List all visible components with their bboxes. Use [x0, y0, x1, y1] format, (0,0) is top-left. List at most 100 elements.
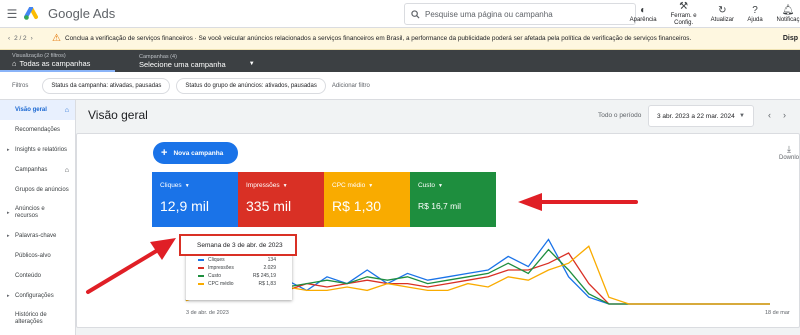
sidebar-item-change-history[interactable]: Histórico de alterações [0, 306, 75, 332]
sidebar-item-content[interactable]: Conteúdo [0, 266, 75, 286]
sidebar-item-settings[interactable]: ▸ Configurações [0, 286, 75, 306]
tools-icon: ⚒ [679, 1, 689, 12]
sidebar-item-label: Grupos de anúncios [15, 187, 69, 193]
add-filter-button[interactable]: Adicionar filtro [332, 83, 370, 89]
filter-chip-campaign-status[interactable]: Status da campanha: ativadas, pausadas [42, 77, 171, 94]
chevron-down-icon: ▼ [248, 60, 255, 67]
sidebar-item-label: Públicos-alvo [15, 253, 51, 259]
home-icon: ⌂ [12, 58, 17, 68]
metric-tile-avg-cpc[interactable]: CPC médio ▼ R$ 1,30 [324, 172, 410, 227]
tooltip-row: Cliques 134 [198, 257, 276, 263]
filter-bar: Filtros Status da campanha: ativadas, pa… [0, 72, 800, 100]
campaign-selector[interactable]: Campanhas (4) Selecione uma campanha ▼ [127, 54, 255, 69]
appearance-label: Aparência [629, 16, 657, 23]
tooltip-row-value: R$ 245,19 [252, 273, 276, 279]
chevron-down-icon: ▼ [184, 182, 190, 189]
google-ads-logo-icon [24, 6, 38, 20]
metric-value: R$ 16,7 mil [418, 201, 461, 211]
metric-value: 12,9 mil [160, 198, 210, 214]
notice-pager: ‹ 2 / 2 › [0, 35, 52, 42]
download-label: Downlo [778, 155, 799, 161]
help-label: Ajuda [747, 16, 763, 23]
tooltip-row-name: Custo [208, 273, 222, 279]
refresh-button[interactable]: ↻ Atualizar [705, 0, 740, 28]
legend-swatch [198, 283, 204, 285]
sidebar-item-label: Histórico de alterações [15, 312, 47, 325]
tooltip-row-name: CPC médio [208, 281, 234, 287]
metric-label: Custo [418, 182, 435, 189]
notice-bar: ‹ 2 / 2 › ⚠ Conclua a verificação de ser… [0, 28, 800, 50]
expand-icon: ▸ [7, 147, 10, 153]
sidebar-item-ad-groups[interactable]: Grupos de anúncios [0, 180, 75, 200]
sidebar-item-audiences[interactable]: Públicos-alvo [0, 246, 75, 266]
google-ads-logo[interactable]: Google Ads [24, 6, 115, 21]
sidebar-item-keywords[interactable]: ▸ Palavras-chave [0, 226, 75, 246]
notifications-button[interactable]: 🔔︎ Notificaç [770, 0, 800, 28]
chevron-right-icon[interactable]: › [783, 110, 786, 120]
filter-chip-adgroup-status[interactable]: Status do grupo de anúncios: ativados, p… [176, 77, 326, 94]
sidebar-item-ads[interactable]: ▸ Anúncios e recursos [0, 200, 75, 226]
sidebar-item-overview[interactable]: Visão geral ⌂ [0, 100, 75, 120]
tooltip-title: Semana de 3 de abr. de 2023 [179, 234, 297, 256]
expand-icon: ▸ [7, 233, 10, 239]
home-icon: ⌂ [64, 106, 69, 114]
sidebar-item-recommendations[interactable]: Recomendações [0, 120, 75, 140]
notifications-label: Notificaç [776, 16, 800, 23]
download-icon: ⤓ [787, 144, 791, 154]
sidebar-item-label: Campanhas [15, 167, 48, 173]
new-campaign-button[interactable]: + Nova campanha [153, 142, 238, 164]
refresh-label: Atualizar [710, 16, 734, 23]
chevron-down-icon: ▼ [739, 113, 745, 119]
notice-action[interactable]: Disp [783, 35, 798, 42]
metric-value: R$ 1,30 [332, 198, 382, 214]
search-input[interactable]: Pesquise uma página ou campanha [404, 3, 636, 25]
new-campaign-label: Nova campanha [173, 149, 224, 157]
metric-tile-impressions[interactable]: Impressões ▼ 335 mil [238, 172, 324, 227]
refresh-icon: ↻ [718, 4, 727, 16]
metric-label: Impressões [246, 182, 280, 189]
appearance-button[interactable]: ◐ Aparência [624, 0, 663, 28]
tooltip-row-name: Cliques [208, 257, 225, 263]
date-nav: ‹ › [768, 110, 786, 120]
view-selector[interactable]: Visualização (2 filtros) ⌂ Todas as campa… [0, 50, 115, 72]
tooltip-row-value: R$ 1,83 [258, 281, 276, 287]
tooltip-row-name: Impressões [208, 265, 234, 271]
chevron-right-icon[interactable]: › [31, 35, 33, 42]
help-icon: ? [752, 4, 758, 16]
chevron-left-icon[interactable]: ‹ [8, 35, 10, 42]
metric-label: Cliques [160, 182, 182, 189]
bell-icon: 🔔︎ [781, 4, 795, 16]
sidebar-item-label: Configurações [15, 293, 54, 299]
chevron-down-icon: ▼ [282, 182, 288, 189]
sidebar-item-label: Recomendações [15, 127, 61, 133]
sidebar-item-label: Conteúdo [15, 273, 42, 279]
download-button[interactable]: ⤓ Downlo [779, 144, 799, 161]
notice-pager-count: 2 / 2 [14, 35, 27, 42]
scope-bar: Visualização (2 filtros) ⌂ Todas as campa… [0, 50, 800, 72]
campaigns-value: Selecione uma campanha [139, 59, 226, 69]
tooltip-row: Custo R$ 245,19 [198, 273, 276, 279]
date-range-picker[interactable]: 3 abr. 2023 a 22 mar. 2024 ▼ [648, 105, 754, 127]
chevron-down-icon: ▼ [368, 182, 374, 189]
menu-icon[interactable]: ☰ [0, 0, 24, 28]
period-label: Todo o período [598, 112, 642, 119]
tooltip-row-value: 2.029 [263, 265, 276, 271]
metric-tiles: Cliques ▼ 12,9 mil Impressões ▼ 335 mil CP… [152, 172, 496, 227]
view-value: Todas as campanhas [19, 58, 91, 68]
sidebar-item-campaigns[interactable]: Campanhas ⌂ [0, 160, 75, 180]
help-button[interactable]: ? Ajuda [740, 0, 770, 28]
search-placeholder: Pesquise uma página ou campanha [425, 9, 553, 19]
metric-tile-clicks[interactable]: Cliques ▼ 12,9 mil [152, 172, 238, 227]
home-icon: ⌂ [64, 166, 69, 174]
sidebar-item-label: Insights e relatórios [15, 147, 68, 153]
sidebar-item-insights[interactable]: ▸ Insights e relatórios [0, 140, 75, 160]
sidebar: Visão geral ⌂ Recomendações ▸ Insights e r… [0, 100, 76, 335]
chevron-down-icon: ▼ [437, 182, 443, 189]
metric-tile-cost[interactable]: Custo ▼ R$ 16,7 mil [410, 172, 496, 227]
chevron-left-icon[interactable]: ‹ [768, 110, 771, 120]
warning-icon: ⚠ [52, 33, 61, 44]
expand-icon: ▸ [7, 209, 10, 216]
tools-button[interactable]: ⚒ Ferram. e Config. [663, 0, 705, 28]
legend-swatch [198, 275, 204, 277]
filters-label: Filtros [12, 82, 29, 89]
